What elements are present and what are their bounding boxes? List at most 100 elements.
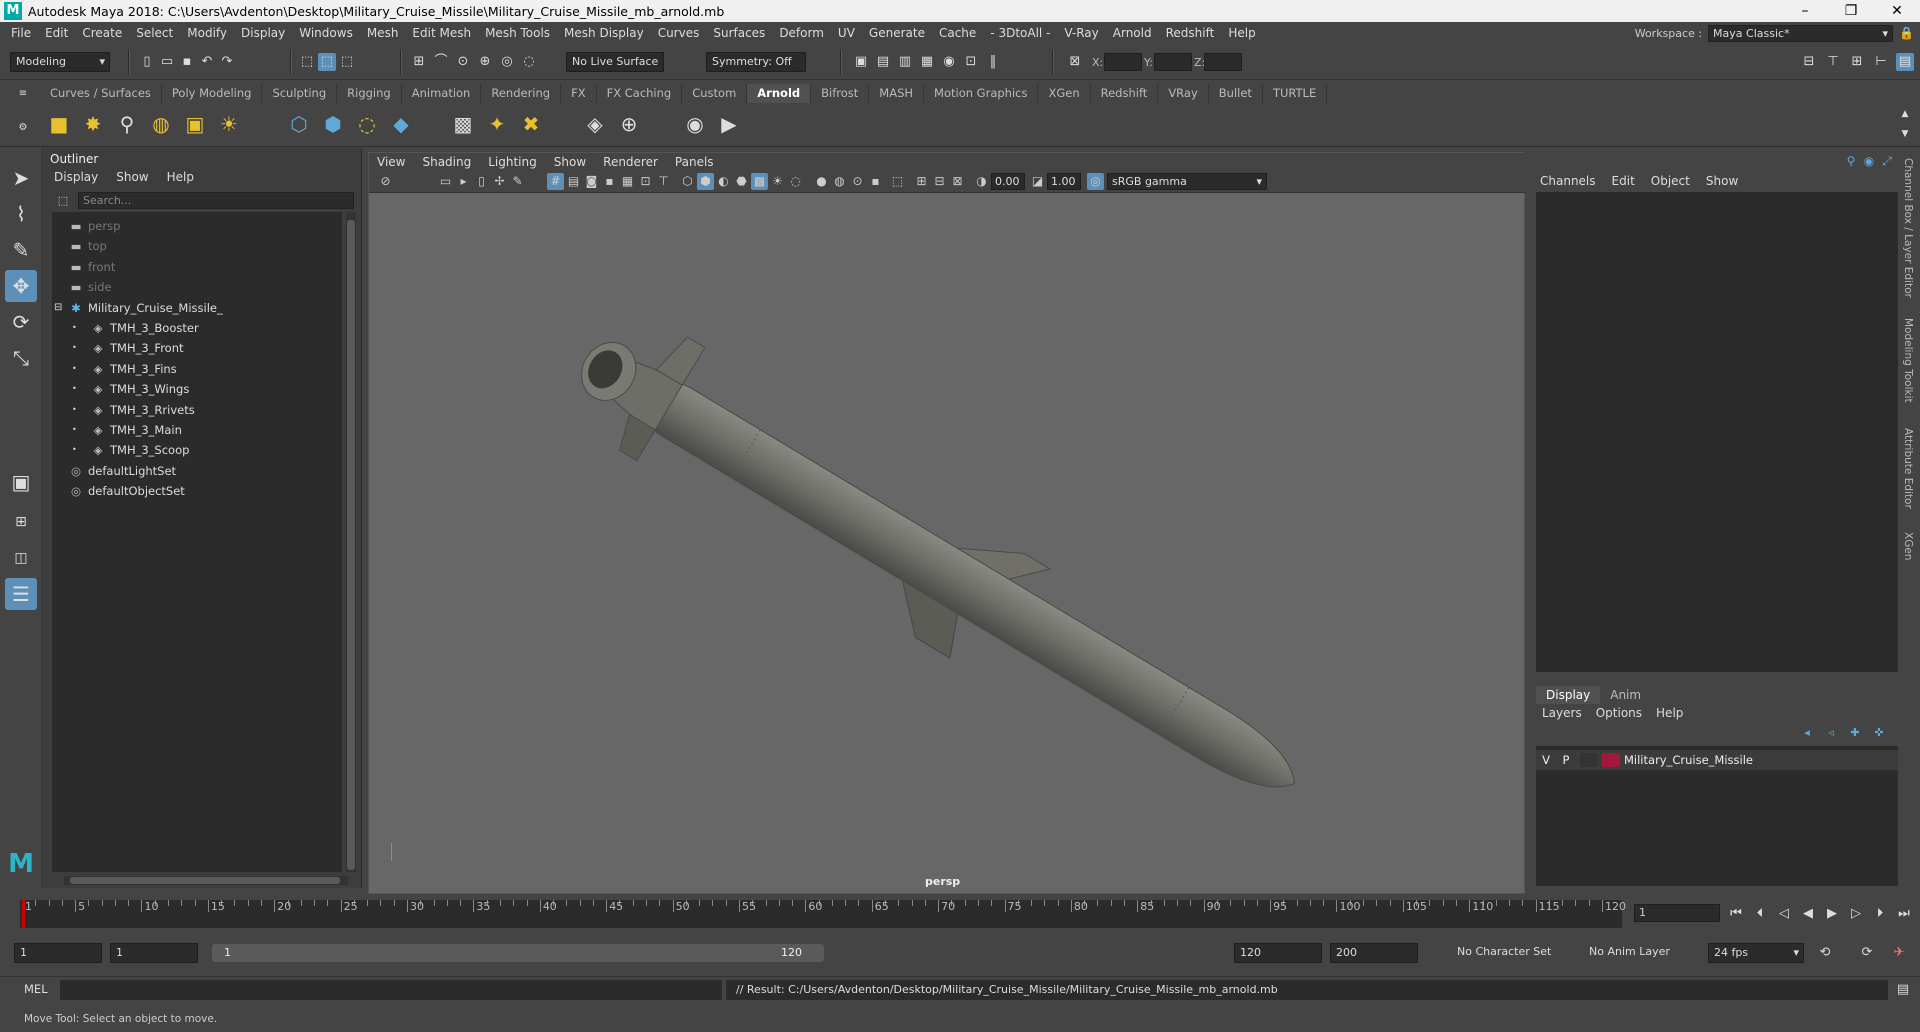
curve-collector-icon[interactable]: ◌ [352, 109, 382, 139]
outliner-row[interactable]: • ◈ TMH_3_Fins [72, 359, 177, 379]
layer-menu-help[interactable]: Help [1656, 706, 1683, 720]
viewport-panel[interactable]: View Shading Lighting Show Renderer Panels ⊘ … [368, 152, 1526, 894]
outliner-row[interactable]: • ◈ TMH_3_Rrivets [72, 400, 195, 420]
menu-display[interactable]: Display [234, 26, 292, 40]
transform-mode-icon[interactable]: ⊠ [1066, 53, 1084, 71]
image-plane-icon[interactable]: ▯ [473, 173, 490, 190]
step-back-frame-icon[interactable]: ◁ [1774, 904, 1794, 924]
z-field[interactable] [1204, 53, 1242, 71]
shelf-tab-redshift[interactable]: Redshift [1091, 84, 1159, 103]
lock-icon[interactable]: 🔒 [1899, 26, 1914, 40]
select-object-icon[interactable]: ⬚ [318, 53, 336, 71]
layer-visibility-toggle[interactable]: V [1536, 753, 1556, 767]
snap-vertex-icon[interactable]: ◌ [520, 53, 538, 71]
workspace-dropdown[interactable]: Maya Classic* [1708, 24, 1894, 42]
grease-pencil-icon[interactable]: ✎ [509, 173, 526, 190]
new-layer-icon[interactable]: ✚ [1846, 724, 1864, 742]
menu-cache[interactable]: Cache [932, 26, 983, 40]
color-management-icon[interactable]: ◎ [1087, 173, 1104, 190]
tx-manager-icon[interactable]: ✦ [482, 109, 512, 139]
maximize-button[interactable]: ❐ [1828, 3, 1874, 19]
view-transform-dropdown[interactable]: sRGB gamma ▾ [1107, 173, 1267, 190]
screen-space-ao-icon[interactable]: ◌ [787, 173, 804, 190]
snap-view-icon[interactable]: ⊕ [476, 53, 494, 71]
menu-mesh-display[interactable]: Mesh Display [557, 26, 651, 40]
anti-aliasing-icon[interactable]: ◍ [831, 173, 848, 190]
shelf-tab-fx[interactable]: FX [561, 84, 597, 103]
mesh-light-icon[interactable]: ✸ [78, 109, 108, 139]
outliner-row[interactable]: • ◈ TMH_3_Front [72, 338, 184, 358]
go-to-end-icon[interactable]: ⏭ [1894, 904, 1914, 924]
tool-settings-toggle-icon[interactable]: ⤢ [1878, 152, 1896, 170]
menu-mesh-tools[interactable]: Mesh Tools [478, 26, 557, 40]
select-hierarchy-icon[interactable]: ⬚ [298, 53, 316, 71]
script-editor-icon[interactable]: ▤ [1894, 981, 1912, 999]
outliner-row[interactable]: ▬ persp [68, 216, 121, 236]
rotate-tool-icon[interactable]: ⟳ [5, 306, 37, 338]
layer-name[interactable]: Military_Cruise_Missile [1624, 753, 1753, 767]
search-filter-icon[interactable]: ⬚ [54, 192, 72, 210]
modeling-toolkit-icon[interactable]: ⊟ [1800, 53, 1818, 71]
area-light-icon[interactable]: ■ [44, 109, 74, 139]
step-forward-frame-icon[interactable]: ▷ [1846, 904, 1866, 924]
tool-settings-icon[interactable]: ⊞ [1848, 53, 1866, 71]
layer-type-toggle[interactable] [1580, 753, 1598, 767]
use-all-lights-icon[interactable]: ▩ [751, 173, 768, 190]
menu-create[interactable]: Create [75, 26, 129, 40]
animation-end-field[interactable]: 200 [1330, 943, 1418, 963]
camera-attributes-icon[interactable]: ▭ [437, 173, 454, 190]
menu-arnold[interactable]: Arnold [1106, 26, 1159, 40]
render-sequence-icon[interactable]: ▤ [874, 53, 892, 71]
minimize-button[interactable]: – [1782, 3, 1828, 19]
standin-icon[interactable]: ⬡ [284, 109, 314, 139]
command-input[interactable] [60, 980, 722, 1000]
animation-start-field[interactable]: 1 [14, 943, 102, 963]
isolate-select-icon[interactable]: ▪ [867, 173, 884, 190]
render-view-arnold-icon[interactable]: ◉ [680, 109, 710, 139]
menu-edit-mesh[interactable]: Edit Mesh [405, 26, 478, 40]
shelf-tab-fx-caching[interactable]: FX Caching [597, 84, 683, 103]
outliner-row[interactable]: ◎ defaultLightSet [68, 461, 176, 481]
viewport-menu-show[interactable]: Show [554, 153, 586, 171]
xray-icon[interactable]: ⬚ [889, 173, 906, 190]
persp-outliner-icon[interactable]: ◫ [5, 542, 37, 574]
outliner-menu-help[interactable]: Help [167, 170, 194, 188]
attribute-editor-toggle-icon[interactable]: ◉ [1860, 152, 1878, 170]
outliner-layout-icon[interactable]: ☰ [5, 578, 37, 610]
expand-toggle-icon[interactable]: ⊟ [54, 298, 62, 318]
tab-xgen[interactable]: XGen [1902, 532, 1914, 560]
menu-surfaces[interactable]: Surfaces [706, 26, 772, 40]
grid-toggle-icon[interactable]: # [547, 173, 564, 190]
menu-curves[interactable]: Curves [651, 26, 707, 40]
play-forwards-icon[interactable]: ▶ [1822, 904, 1842, 924]
shelf-tab-sculpting[interactable]: Sculpting [262, 84, 338, 103]
y-field[interactable] [1154, 53, 1192, 71]
xray-joints-icon[interactable]: ⊞ [913, 173, 930, 190]
character-set-dropdown[interactable]: No Character Set [1452, 943, 1562, 963]
flat-texture-icon[interactable]: ▩ [448, 109, 478, 139]
move-layer-up-icon[interactable]: ◂ [1798, 724, 1816, 742]
fps-dropdown[interactable]: 24 fps ▾ [1708, 943, 1804, 963]
render-view-icon[interactable]: ⊡ [962, 53, 980, 71]
tab-attribute-editor[interactable]: Attribute Editor [1902, 428, 1914, 509]
outliner-menu-show[interactable]: Show [116, 170, 148, 188]
shelf-tab-bifrost[interactable]: Bifrost [811, 84, 870, 103]
motion-blur-icon[interactable]: ● [813, 173, 830, 190]
shelf-tab-custom[interactable]: Custom [682, 84, 748, 103]
bookmarks-icon[interactable]: ▸ [455, 173, 472, 190]
menu-v-ray[interactable]: V-Ray [1057, 26, 1105, 40]
redo-icon[interactable]: ↷ [218, 53, 236, 71]
viewport-menu-panels[interactable]: Panels [675, 153, 714, 171]
menu-select[interactable]: Select [129, 26, 180, 40]
skydome-light-icon[interactable]: ◍ [146, 109, 176, 139]
snap-grid-icon[interactable]: ⊞ [410, 53, 428, 71]
outliner-row[interactable]: ◎ defaultObjectSet [68, 481, 185, 501]
anim-prefs-icon[interactable]: ✈ [1890, 944, 1908, 962]
wireframe-on-shaded-icon[interactable]: ◐ [715, 173, 732, 190]
channel-menu-edit[interactable]: Edit [1612, 174, 1635, 188]
tab-display[interactable]: Display [1536, 686, 1601, 704]
channel-box-toggle-icon[interactable]: ⚲ [1842, 152, 1860, 170]
close-button[interactable]: ✕ [1874, 3, 1920, 19]
shelf-tab-rigging[interactable]: Rigging [337, 84, 402, 103]
shelf-tab-poly-modeling[interactable]: Poly Modeling [162, 84, 263, 103]
